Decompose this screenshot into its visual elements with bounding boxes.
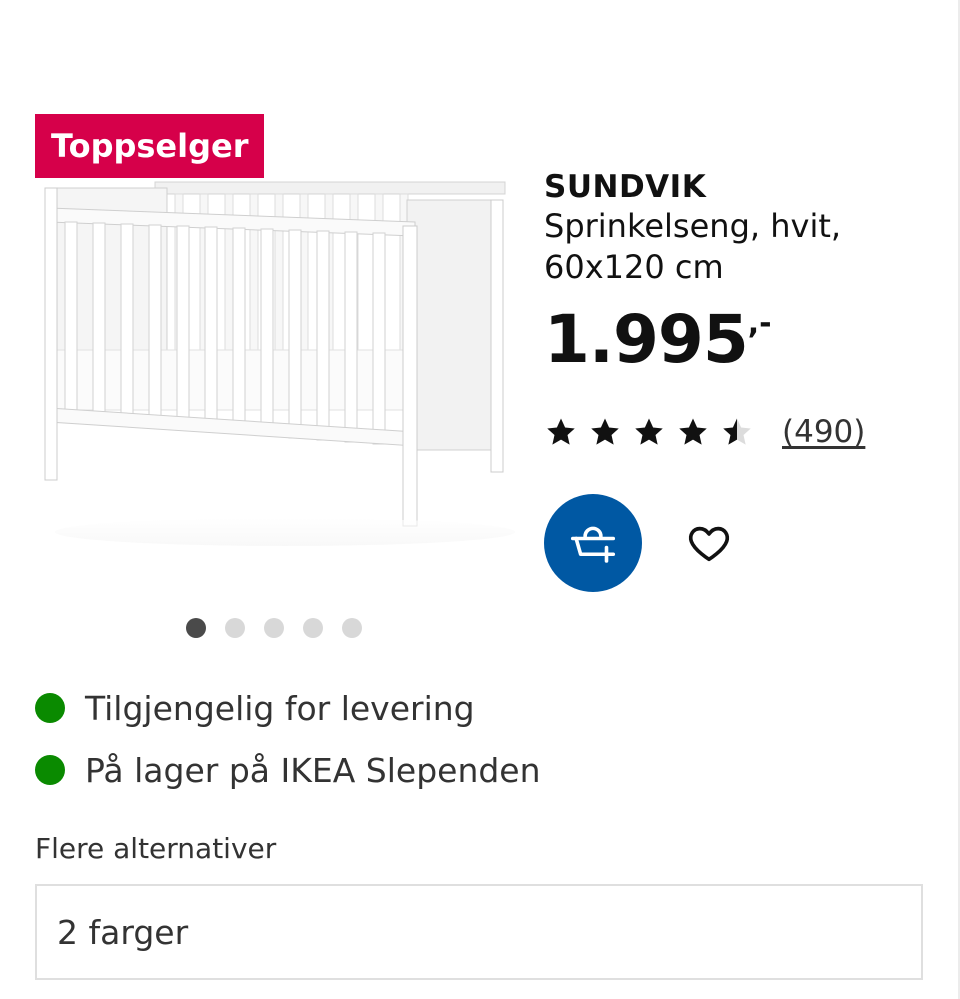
top-seller-badge: Toppselger [35, 114, 265, 178]
product-rating[interactable]: (490) [544, 414, 865, 450]
heart-outline-icon [688, 526, 730, 562]
availability-store-text: På lager på IKEA Slependen [85, 750, 541, 790]
product-description-line1: Sprinkelseng, hvit, [544, 207, 842, 245]
crib-illustration [44, 181, 515, 546]
price-amount: 1.995 [544, 301, 749, 378]
available-status-icon [35, 755, 65, 785]
more-options-label: Flere alternativer [35, 832, 277, 865]
shopping-basket-add-icon [570, 526, 616, 563]
pagination-dot[interactable] [264, 618, 284, 638]
product-description-line2: 60x120 cm [544, 248, 724, 286]
review-count-link[interactable]: (490) [782, 414, 865, 450]
rating-stars [544, 415, 754, 449]
availability-delivery-text: Tilgjengelig for levering [85, 688, 475, 728]
add-to-cart-button[interactable] [544, 494, 642, 592]
product-price: 1.995 ,- [544, 304, 944, 376]
star-full-icon [632, 415, 666, 449]
pagination-dot[interactable] [303, 618, 323, 638]
pagination-dot[interactable] [225, 618, 245, 638]
star-full-icon [588, 415, 622, 449]
availability-store[interactable]: På lager på IKEA Slependen [35, 746, 541, 794]
price-suffix: ,- [747, 306, 772, 341]
product-name[interactable]: SUNDVIK [544, 168, 944, 206]
star-half-icon [720, 415, 754, 449]
product-actions [544, 494, 734, 592]
star-full-icon [544, 415, 578, 449]
product-image[interactable] [35, 170, 515, 550]
add-to-favorites-button[interactable] [684, 518, 734, 568]
color-options-value: 2 farger [57, 912, 189, 952]
color-options-selector[interactable]: 2 farger [35, 884, 923, 980]
pagination-dot-active[interactable] [186, 618, 206, 638]
product-info: SUNDVIK Sprinkelseng, hvit, 60x120 cm 1.… [544, 168, 944, 376]
star-full-icon [676, 415, 710, 449]
pagination-dot[interactable] [342, 618, 362, 638]
available-status-icon [35, 693, 65, 723]
availability-delivery: Tilgjengelig for levering [35, 684, 541, 732]
availability-list: Tilgjengelig for levering På lager på IK… [35, 684, 541, 808]
image-pagination [186, 618, 362, 638]
product-card-page: Toppselger SUNDVIK Sprinkelseng, hvit, 6… [0, 0, 960, 999]
